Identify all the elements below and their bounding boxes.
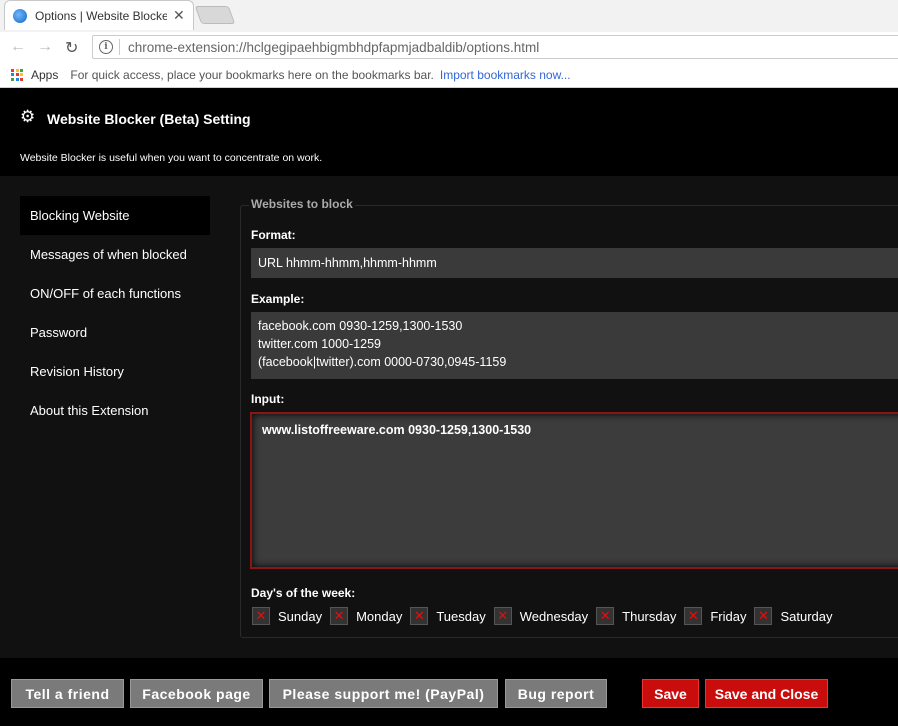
forward-arrow-icon[interactable]: → [37, 38, 53, 56]
example-box: facebook.com 0930-1259,1300-1530 twitter… [251, 312, 898, 379]
input-label: Input: [251, 392, 285, 406]
gear-icon: ⚙ [20, 107, 36, 126]
format-value: URL hhmm-hhmm,hhmm-hhmm [251, 248, 898, 278]
example-label: Example: [251, 292, 305, 306]
days-label: Day's of the week: [251, 586, 356, 600]
options-page: ⚙ Website Blocker (Beta) Setting Website… [0, 89, 898, 726]
day-label: Monday [356, 608, 403, 624]
paypal-support-button[interactable]: Please support me! (PayPal) [269, 679, 498, 708]
sidebar-item-messages[interactable]: Messages of when blocked [20, 235, 210, 274]
url-text: chrome-extension://hclgegipaehbigmbhdpfa… [128, 39, 540, 55]
day-thursday: Thursday [596, 607, 676, 625]
example-line: facebook.com 0930-1259,1300-1530 [258, 319, 463, 333]
sidebar-item-on-off[interactable]: ON/OFF of each functions [20, 274, 210, 313]
sidebar-item-about[interactable]: About this Extension [20, 391, 210, 430]
thursday-checkbox[interactable] [596, 607, 615, 625]
fieldset-legend: Websites to block [249, 197, 355, 211]
day-saturday: Saturday [754, 607, 833, 625]
save-button[interactable]: Save [642, 679, 699, 708]
day-label: Wednesday [519, 608, 589, 624]
back-arrow-icon[interactable]: ← [10, 38, 26, 56]
day-sunday: Sunday [252, 607, 322, 625]
day-monday: Monday [330, 607, 402, 625]
bookmarks-bar: Apps For quick access, place your bookma… [0, 62, 898, 88]
sidebar-item-revision-history[interactable]: Revision History [20, 352, 210, 391]
url-field[interactable]: i chrome-extension://hclgegipaehbigmbhdp… [92, 35, 898, 59]
example-line: twitter.com 1000-1259 [258, 337, 381, 351]
sunday-checkbox[interactable] [252, 607, 270, 625]
info-icon[interactable]: i [99, 40, 113, 54]
day-friday: Friday [684, 607, 746, 625]
import-bookmarks-link[interactable]: Import bookmarks now... [440, 68, 571, 82]
new-tab-button[interactable] [194, 6, 236, 24]
address-bar: ← → ↻ i chrome-extension://hclgegipaehbi… [0, 32, 898, 62]
sidebar-item-password[interactable]: Password [20, 313, 210, 352]
bookmarks-hint: For quick access, place your bookmarks h… [70, 67, 434, 82]
page-title: Website Blocker (Beta) Setting [47, 111, 251, 127]
page-header: ⚙ Website Blocker (Beta) Setting Website… [0, 89, 898, 176]
facebook-page-button[interactable]: Facebook page [130, 679, 263, 708]
page-subtitle: Website Blocker is useful when you want … [20, 152, 323, 164]
omnibox-divider [119, 39, 120, 55]
day-label: Sunday [278, 608, 323, 624]
reload-icon[interactable]: ↻ [65, 38, 78, 58]
day-label: Tuesday [436, 608, 486, 624]
tell-friend-button[interactable]: Tell a friend [11, 679, 124, 708]
days-of-week: Sunday Monday Tuesday Wednesday Thursday… [252, 607, 841, 625]
browser-tab[interactable]: Options | Website Blocker (Beta) ✕ [4, 0, 194, 30]
save-and-close-button[interactable]: Save and Close [705, 679, 828, 708]
monday-checkbox[interactable] [330, 607, 349, 625]
friday-checkbox[interactable] [684, 607, 703, 625]
close-tab-icon[interactable]: ✕ [173, 7, 185, 24]
day-label: Friday [710, 608, 747, 624]
sidebar: Blocking Website Messages of when blocke… [20, 196, 210, 430]
day-wednesday: Wednesday [493, 607, 589, 625]
tab-bar: Options | Website Blocker (Beta) ✕ [0, 0, 898, 32]
saturday-checkbox[interactable] [754, 607, 773, 625]
day-label: Saturday [780, 608, 833, 624]
tuesday-checkbox[interactable] [410, 607, 429, 625]
footer-bar: Tell a friend Facebook page Please suppo… [0, 658, 898, 726]
day-tuesday: Tuesday [410, 607, 486, 625]
sidebar-item-blocking-website[interactable]: Blocking Website [20, 196, 210, 235]
tab-title: Options | Website Blocker (Beta) [35, 8, 167, 23]
example-line: (facebook|twitter).com 0000-0730,0945-11… [258, 355, 507, 369]
day-label: Thursday [622, 608, 677, 624]
bug-report-button[interactable]: Bug report [505, 679, 607, 708]
apps-grid-icon[interactable] [11, 68, 23, 81]
wednesday-checkbox[interactable] [493, 607, 512, 625]
apps-link[interactable]: Apps [31, 68, 58, 82]
block-list-input[interactable]: www.listoffreeware.com 0930-1259,1300-15… [250, 412, 898, 569]
format-label: Format: [251, 228, 296, 242]
globe-icon [13, 8, 27, 23]
